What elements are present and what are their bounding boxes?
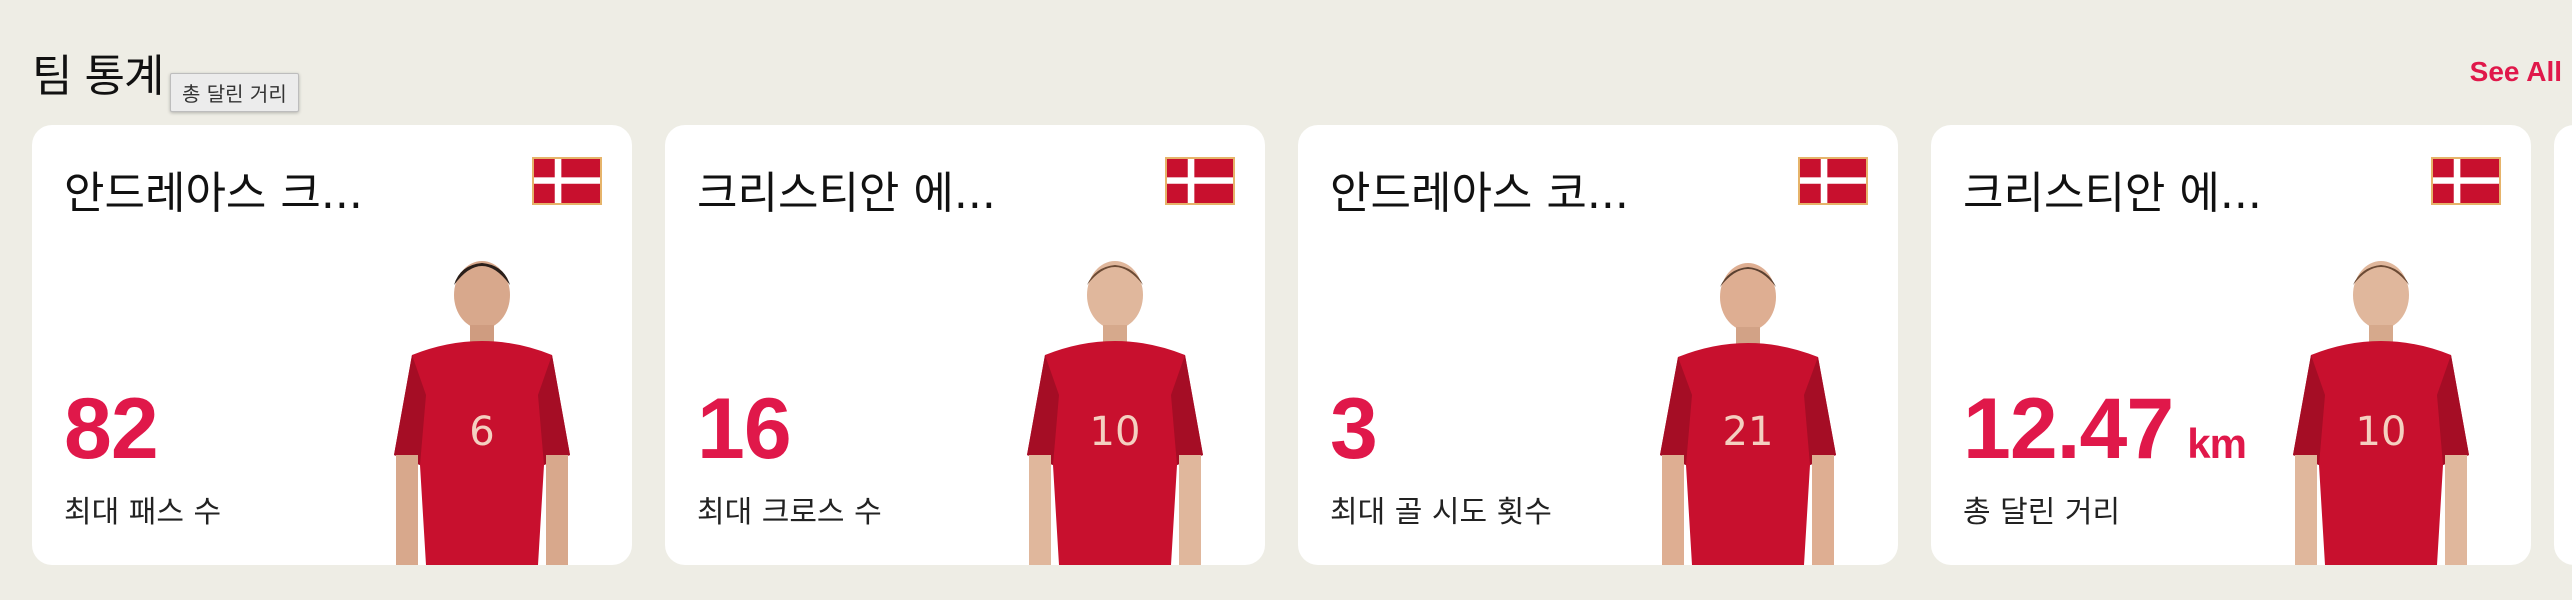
- player-name: 안드레아스 코...: [1330, 168, 1629, 219]
- stat-card[interactable]: 안드레아스 코... 21 3 최대 골 시도 횟수: [1298, 125, 1898, 565]
- stat-value: 16: [697, 381, 792, 477]
- stat-value: 3: [1330, 381, 1378, 477]
- next-card-peek[interactable]: [2554, 125, 2572, 565]
- section-title: 팀 통계: [32, 51, 164, 102]
- svg-text:10: 10: [1090, 409, 1141, 455]
- denmark-flag-icon: [2431, 157, 2501, 205]
- denmark-flag-icon: [1798, 157, 1868, 205]
- stat-cards-row: 안드레아스 크... 6 82 최대 패스 수 크리스티안 에... 10 16…: [0, 125, 2572, 565]
- player-name: 크리스티안 에...: [1963, 168, 2262, 219]
- stat-value: 12.47 km: [1963, 381, 2247, 477]
- svg-text:21: 21: [1723, 409, 1774, 455]
- stat-label: 최대 크로스 수: [697, 495, 882, 530]
- see-all-link[interactable]: See All: [2470, 56, 2562, 88]
- stat-card[interactable]: 안드레아스 크... 6 82 최대 패스 수: [32, 125, 632, 565]
- stat-label: 총 달린 거리: [1963, 495, 2121, 530]
- player-photo: 10: [2281, 245, 2481, 565]
- player-photo: 6: [382, 245, 582, 565]
- svg-text:10: 10: [2356, 409, 2407, 455]
- tooltip: 총 달린 거리: [170, 73, 299, 112]
- stat-label: 최대 골 시도 횟수: [1330, 495, 1552, 530]
- player-photo: 10: [1015, 245, 1215, 565]
- stat-card[interactable]: 크리스티안 에... 10 12.47 km 총 달린 거리: [1931, 125, 2531, 565]
- stat-label: 최대 패스 수: [64, 495, 222, 530]
- stat-card[interactable]: 크리스티안 에... 10 16 최대 크로스 수: [665, 125, 1265, 565]
- player-name: 크리스티안 에...: [697, 168, 996, 219]
- svg-text:6: 6: [469, 409, 494, 455]
- denmark-flag-icon: [1165, 157, 1235, 205]
- player-name: 안드레아스 크...: [64, 168, 363, 219]
- denmark-flag-icon: [532, 157, 602, 205]
- stat-value: 82: [64, 381, 159, 477]
- player-photo: 21: [1648, 245, 1848, 565]
